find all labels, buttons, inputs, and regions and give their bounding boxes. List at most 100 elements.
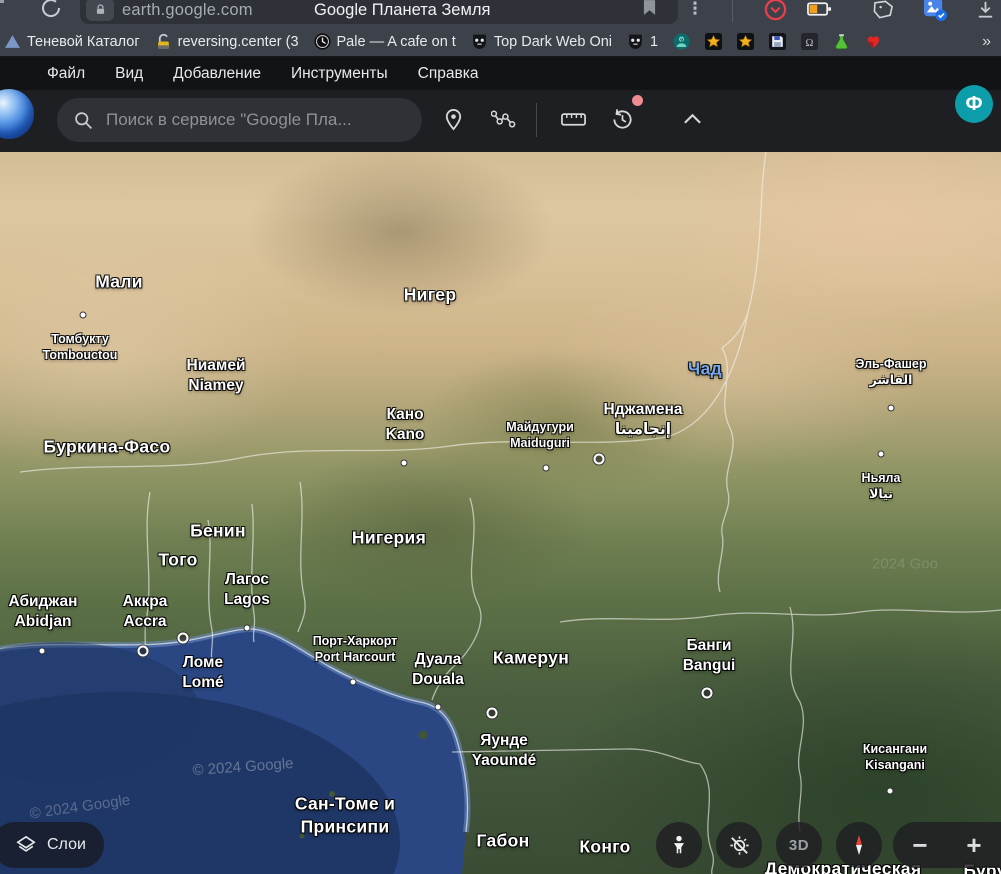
country-label: Чад [688,358,722,381]
bookmark-item[interactable] [865,33,882,50]
url-text[interactable]: earth.google.com [122,1,253,20]
window-edge-mark [0,0,4,3]
city-marker-dot [350,679,357,686]
layers-label: Слои [47,836,86,854]
bookmark-item[interactable]: Top Dark Web Oni [471,33,612,50]
collapse-chevron-up-icon[interactable] [669,96,715,142]
three-d-label: 3D [789,837,809,854]
city-label: АбиджанAbidjan [8,592,77,632]
city-label: ЛомеLomé [182,653,223,693]
bookmark-item[interactable] [737,33,754,50]
menu-item-файл[interactable]: Файл [47,65,85,83]
search-icon [73,110,94,131]
city-marker-dot [543,465,550,472]
city-label: МайдугуриMaiduguri [506,419,574,452]
city-marker-dot [435,704,442,711]
city-marker-dot [244,625,251,632]
bookmark-item[interactable]: Теневой Каталог [4,33,140,50]
bookmarks-overflow-chevron-icon[interactable]: » [982,33,991,51]
layers-button[interactable]: Слои [0,822,104,868]
bookmark-label: Top Dark Web Oni [494,34,612,50]
city-marker-dot [878,451,885,458]
country-label: Камерун [493,647,569,670]
bookmark-label: reversing.center (3 [178,34,299,50]
notification-dot [632,95,643,106]
zoom-control: − + [893,822,1001,868]
bookmark-label: Pale — A cafe on t [337,34,456,50]
svg-text:?: ? [680,39,684,45]
star-icon [705,33,722,50]
star-icon [737,33,754,50]
bookmarks-bar: Теневой Каталог reversing.center (3 Pale —… [0,27,1001,57]
city-label: Нджаменаإنجامينا [604,400,683,440]
mask-icon [471,33,488,50]
bookmark-item[interactable]: reversing.center (3 [155,33,299,50]
menu-item-справка[interactable]: Справка [418,65,479,83]
toolbar-divider [536,103,537,137]
bookmark-item[interactable] [833,33,850,50]
city-label: Ньялаنيالا [862,470,901,503]
address-bar[interactable]: earth.google.com Google Планета Земля [80,0,678,24]
sun-toggle-button[interactable] [716,822,762,868]
city-label: КисанганиKisangani [863,741,927,774]
site-lock-icon[interactable] [86,0,114,21]
city-label: ТомбуктуTombouctou [43,331,118,364]
tag-extension-icon[interactable] [869,0,897,24]
browser-chrome: earth.google.com Google Планета Земля ⋮ [0,0,1001,27]
map-viewport[interactable]: МалиНигерЧадБуркина-ФасоБенинНигерияТого… [0,152,1001,874]
city-label: Эль-Фашерالفاشر [856,356,927,389]
country-label: Нигерия [352,527,426,550]
bookmark-item[interactable] [769,33,786,50]
reload-button[interactable] [38,0,64,23]
bookmark-flag-icon[interactable] [643,0,656,20]
compass-button[interactable] [836,822,882,868]
bookmark-item[interactable] [705,33,722,50]
bookmark-label: Теневой Каталог [27,34,140,50]
pegman-button[interactable] [656,822,702,868]
zoom-out-button[interactable]: − [893,823,947,867]
city-label: КаноKano [386,405,425,445]
copyright-watermark: 2024 Goo [872,556,938,573]
city-marker-dot [887,788,894,795]
google-earth-logo-icon[interactable] [0,89,34,139]
country-label: Нигер [404,284,457,307]
shield-chevron-extension-icon[interactable] [761,0,789,24]
heart-icon [865,33,882,50]
placemark-pin-icon[interactable] [430,96,476,142]
search-bar[interactable] [57,98,422,142]
menu-item-инструменты[interactable]: Инструменты [291,65,388,83]
city-label: НиамейNiamey [187,356,246,396]
menu-item-добавление[interactable]: Добавление [173,65,261,83]
bookmark-item[interactable]: Pale — A cafe on t [314,33,456,50]
city-marker-dot [888,405,895,412]
country-label: Бенин [190,520,246,543]
bookmark-item[interactable]: 1 [627,33,658,50]
tab-menu-icon[interactable]: ⋮ [681,0,709,24]
country-label: Габон [477,830,530,853]
bookmark-label: 1 [650,34,658,50]
svg-text:Ω: Ω [806,38,814,49]
battery-extension-icon[interactable] [805,0,833,24]
country-label: Того [158,549,197,572]
bookmark-item[interactable]: ? [673,33,690,50]
compass-needle-icon [847,833,871,857]
mask-icon [627,33,644,50]
search-input[interactable] [106,110,396,130]
city-label: БангиBangui [683,636,736,676]
floppy-icon [769,33,786,50]
account-avatar[interactable]: Ф [955,85,993,123]
sun-slash-icon [728,834,751,857]
country-label: Конго [579,836,630,859]
zoom-in-button[interactable]: + [947,823,1001,867]
photo-check-extension-icon[interactable] [921,0,949,24]
menu-bar: Файл Вид Добавление Инструменты Справка [0,57,1001,90]
ruler-measure-icon[interactable] [550,96,596,142]
download-icon[interactable] [971,0,999,24]
menu-item-вид[interactable]: Вид [115,65,143,83]
page-title: Google Планета Земля [314,1,490,20]
country-label: Сан-Томе иПринсипи [295,792,395,838]
city-label: ЯундеYaoundé [472,731,537,771]
bookmark-item[interactable]: Ω [801,33,818,50]
toggle-3d-button[interactable]: 3D [776,822,822,868]
path-route-icon[interactable] [480,96,526,142]
